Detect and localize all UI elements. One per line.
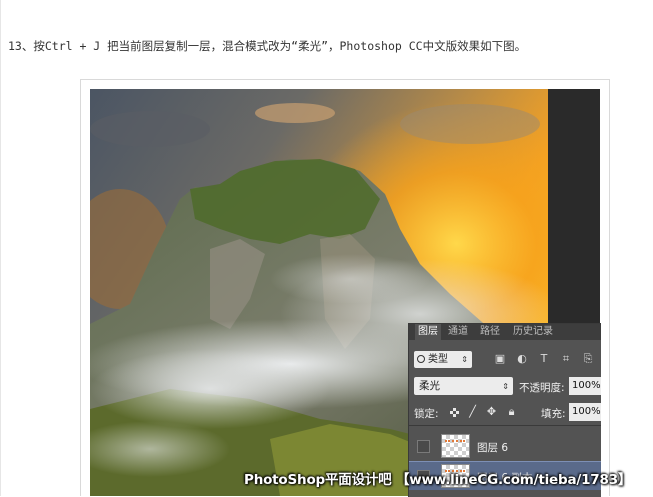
- lock-brush-icon[interactable]: ╱: [466, 405, 479, 418]
- search-icon: [417, 355, 425, 363]
- adjustment-filter-icon[interactable]: ◐: [516, 353, 528, 365]
- lock-transparent-icon[interactable]: [450, 408, 459, 417]
- layer-name: 图层 6: [477, 442, 509, 454]
- image-filter-icon[interactable]: ▣: [494, 353, 506, 365]
- panel-divider: [409, 425, 601, 426]
- layer-row[interactable]: 图层 6: [409, 432, 601, 460]
- fill-input[interactable]: 100%: [569, 403, 601, 421]
- blend-mode-select[interactable]: 柔光 ⇕: [414, 377, 513, 395]
- updown-arrow-icon: ⇕: [502, 382, 509, 391]
- lock-move-icon[interactable]: ✥: [485, 405, 498, 418]
- smart-object-filter-icon[interactable]: ⎘: [582, 353, 594, 365]
- lock-all-icon[interactable]: 🔒︎: [505, 405, 518, 418]
- tab-layers[interactable]: 图层: [415, 324, 441, 340]
- tab-channels[interactable]: 通道: [445, 324, 471, 340]
- lock-label: 锁定:: [414, 408, 439, 420]
- layer-thumbnail: [441, 434, 470, 458]
- filter-kind-select[interactable]: 类型 ⇕: [414, 351, 472, 368]
- opacity-input[interactable]: 100%: [569, 377, 601, 395]
- left-border: [0, 0, 1, 496]
- panel-tabs: 图层 通道 路径 历史记录: [409, 324, 601, 340]
- updown-arrow-icon: ⇕: [461, 355, 468, 364]
- tab-paths[interactable]: 路径: [477, 324, 503, 340]
- opacity-label: 不透明度:: [519, 382, 565, 394]
- text-filter-icon[interactable]: T: [538, 353, 550, 365]
- watermark-text: PhotoShop平面设计吧 【www.lineCG.com/tieba/178…: [244, 472, 632, 488]
- blend-mode-value: 柔光: [419, 380, 440, 392]
- tab-history[interactable]: 历史记录: [510, 324, 556, 340]
- fill-label: 填充:: [541, 408, 566, 420]
- shape-filter-icon[interactable]: ⌗: [560, 353, 572, 365]
- step-instruction: 13、按Ctrl + J 把当前图层复制一层，混合模式改为“柔光”，Photos…: [8, 39, 527, 53]
- filter-kind-label: 类型: [428, 354, 448, 365]
- visibility-toggle[interactable]: [417, 440, 430, 453]
